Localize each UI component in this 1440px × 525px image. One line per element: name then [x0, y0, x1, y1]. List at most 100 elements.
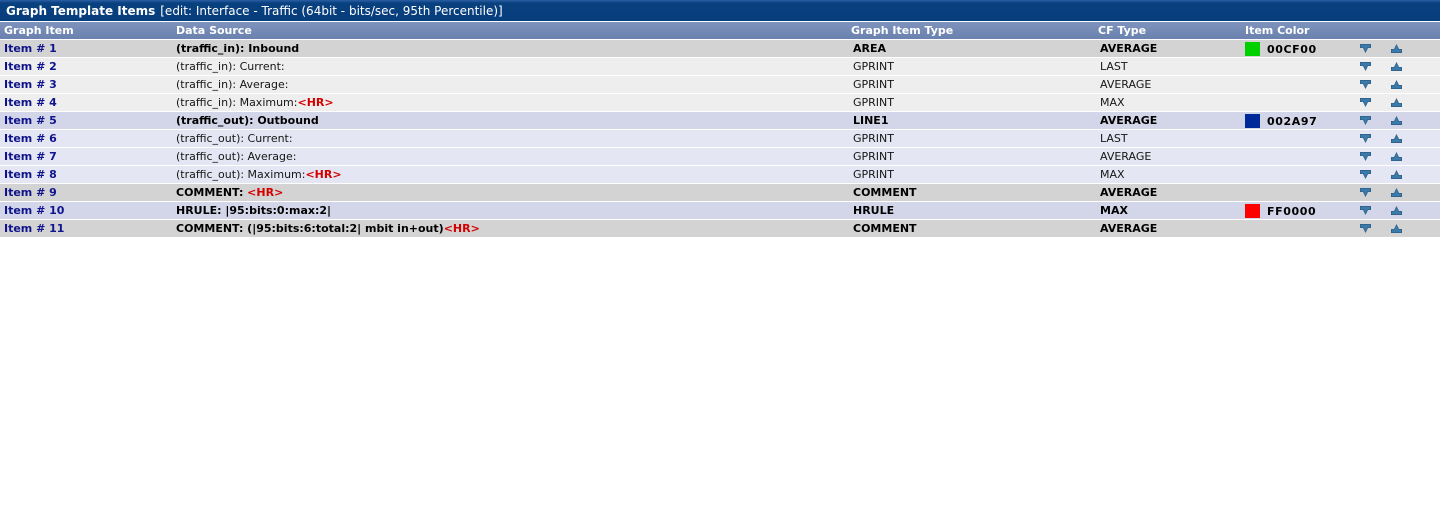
graph-item-link[interactable]: Item # 7 [4, 150, 57, 163]
move-down-arrow-icon[interactable] [1358, 204, 1373, 218]
graph-item-link[interactable]: Item # 2 [4, 60, 57, 73]
data-source-text: COMMENT: (|95:bits:6:total:2| mbit in+ou… [176, 222, 444, 235]
move-down-arrow-icon[interactable] [1358, 42, 1373, 56]
move-down-arrow-icon[interactable] [1358, 186, 1373, 200]
graph-item-link[interactable]: Item # 3 [4, 78, 57, 91]
row-reorder-controls [1358, 114, 1404, 128]
cf-type-cell: AVERAGE [1100, 114, 1158, 127]
column-header-graph-item: Graph Item [4, 24, 74, 37]
data-source-text: (traffic_out): Maximum: [176, 168, 306, 181]
graph-item-link[interactable]: Item # 5 [4, 114, 57, 127]
row-reorder-controls [1358, 168, 1404, 182]
graph-item-type-cell: GPRINT [853, 132, 894, 145]
move-up-arrow-icon[interactable] [1389, 150, 1404, 164]
graph-item-link-cell: Item # 11 [4, 223, 64, 235]
move-up-arrow-icon[interactable] [1389, 96, 1404, 110]
item-color-cell: 00CF00 [1245, 42, 1317, 56]
data-source-hr-tag: <HR> [297, 96, 334, 109]
cf-type-cell: AVERAGE [1100, 150, 1152, 163]
graph-item-link-cell: Item # 2 [4, 61, 57, 73]
data-source-hr-tag: <HR> [247, 186, 284, 199]
data-source-text: (traffic_out): Outbound [176, 114, 319, 127]
data-source-cell: (traffic_out): Outbound [176, 115, 319, 127]
row-reorder-controls [1358, 60, 1404, 74]
cf-type-cell: MAX [1100, 96, 1125, 109]
row-reorder-controls [1358, 222, 1404, 236]
row-reorder-controls [1358, 96, 1404, 110]
move-up-arrow-icon[interactable] [1389, 42, 1404, 56]
graph-item-link[interactable]: Item # 6 [4, 132, 57, 145]
graph-item-link[interactable]: Item # 10 [4, 204, 64, 217]
move-up-arrow-icon[interactable] [1389, 132, 1404, 146]
graph-item-link-cell: Item # 6 [4, 133, 57, 145]
move-down-arrow-icon[interactable] [1358, 78, 1373, 92]
graph-item-type-cell: GPRINT [853, 78, 894, 91]
data-source-text: (traffic_in): Maximum: [176, 96, 298, 109]
graph-item-link-cell: Item # 4 [4, 97, 57, 109]
table-row: Item # 10 HRULE: |95:bits:0:max:2| HRULE MA… [0, 202, 1440, 220]
graph-item-type-cell: GPRINT [853, 60, 894, 73]
table-body: Item # 1 (traffic_in): Inbound AREA AVERAGE… [0, 40, 1440, 238]
data-source-text: (traffic_in): Current: [176, 60, 285, 73]
color-swatch [1245, 42, 1260, 56]
move-down-arrow-icon[interactable] [1358, 60, 1373, 74]
move-up-arrow-icon[interactable] [1389, 60, 1404, 74]
data-source-hr-tag: <HR> [305, 168, 342, 181]
table-row: Item # 3 (traffic_in): Average: GPRINT AVER… [0, 76, 1440, 94]
data-source-cell: COMMENT: (|95:bits:6:total:2| mbit in+ou… [176, 223, 480, 235]
graph-item-link[interactable]: Item # 9 [4, 186, 57, 199]
move-up-arrow-icon[interactable] [1389, 204, 1404, 218]
graph-item-link[interactable]: Item # 4 [4, 96, 57, 109]
data-source-text: HRULE: |95:bits:0:max:2| [176, 204, 332, 217]
data-source-text: (traffic_in): Inbound [176, 42, 300, 55]
cf-type-cell: MAX [1100, 204, 1128, 217]
data-source-hr-tag: <HR> [443, 222, 480, 235]
data-source-cell: (traffic_out): Maximum:<HR> [176, 169, 342, 181]
move-down-arrow-icon[interactable] [1358, 168, 1373, 182]
graph-item-type-cell: HRULE [853, 204, 895, 217]
graph-item-type-cell: LINE1 [853, 114, 889, 127]
graph-item-type-cell: GPRINT [853, 168, 894, 181]
move-up-arrow-icon[interactable] [1389, 114, 1404, 128]
move-down-arrow-icon[interactable] [1358, 150, 1373, 164]
cf-type-cell: AVERAGE [1100, 186, 1158, 199]
graph-item-type-cell: GPRINT [853, 96, 894, 109]
data-source-cell: (traffic_in): Inbound [176, 43, 299, 55]
data-source-cell: (traffic_in): Maximum:<HR> [176, 97, 334, 109]
move-up-arrow-icon[interactable] [1389, 168, 1404, 182]
graph-item-type-cell: AREA [853, 42, 887, 55]
move-up-arrow-icon[interactable] [1389, 222, 1404, 236]
cf-type-cell: AVERAGE [1100, 222, 1158, 235]
table-row: Item # 9 COMMENT: <HR> COMMENT AVERAGE [0, 184, 1440, 202]
data-source-cell: HRULE: |95:bits:0:max:2| [176, 205, 331, 217]
row-reorder-controls [1358, 78, 1404, 92]
graph-item-type-cell: GPRINT [853, 150, 894, 163]
table-row: Item # 1 (traffic_in): Inbound AREA AVERAGE… [0, 40, 1440, 58]
data-source-text: COMMENT: [176, 186, 248, 199]
data-source-text: (traffic_out): Current: [176, 132, 293, 145]
data-source-cell: (traffic_in): Current: [176, 61, 285, 73]
row-reorder-controls [1358, 186, 1404, 200]
graph-item-link[interactable]: Item # 1 [4, 42, 57, 55]
table-row: Item # 8 (traffic_out): Maximum:<HR> GPRIN… [0, 166, 1440, 184]
data-source-cell: (traffic_out): Average: [176, 151, 296, 163]
move-up-arrow-icon[interactable] [1389, 78, 1404, 92]
graph-item-type-cell: COMMENT [853, 186, 917, 199]
column-header-item-color: Item Color [1245, 24, 1310, 37]
move-down-arrow-icon[interactable] [1358, 114, 1373, 128]
move-down-arrow-icon[interactable] [1358, 222, 1373, 236]
column-header-graph-item-type: Graph Item Type [851, 24, 954, 37]
graph-item-link-cell: Item # 3 [4, 79, 57, 91]
move-down-arrow-icon[interactable] [1358, 132, 1373, 146]
item-color-cell: 002A97 [1245, 114, 1317, 128]
row-reorder-controls [1358, 150, 1404, 164]
move-down-arrow-icon[interactable] [1358, 96, 1373, 110]
column-header-cf-type: CF Type [1098, 24, 1147, 37]
graph-item-link[interactable]: Item # 11 [4, 222, 64, 235]
move-up-arrow-icon[interactable] [1389, 186, 1404, 200]
row-reorder-controls [1358, 132, 1404, 146]
graph-item-link[interactable]: Item # 8 [4, 168, 57, 181]
graph-item-link-cell: Item # 10 [4, 205, 64, 217]
table-row: Item # 4 (traffic_in): Maximum:<HR> GPRINT… [0, 94, 1440, 112]
color-hex-label: FF0000 [1267, 204, 1317, 218]
